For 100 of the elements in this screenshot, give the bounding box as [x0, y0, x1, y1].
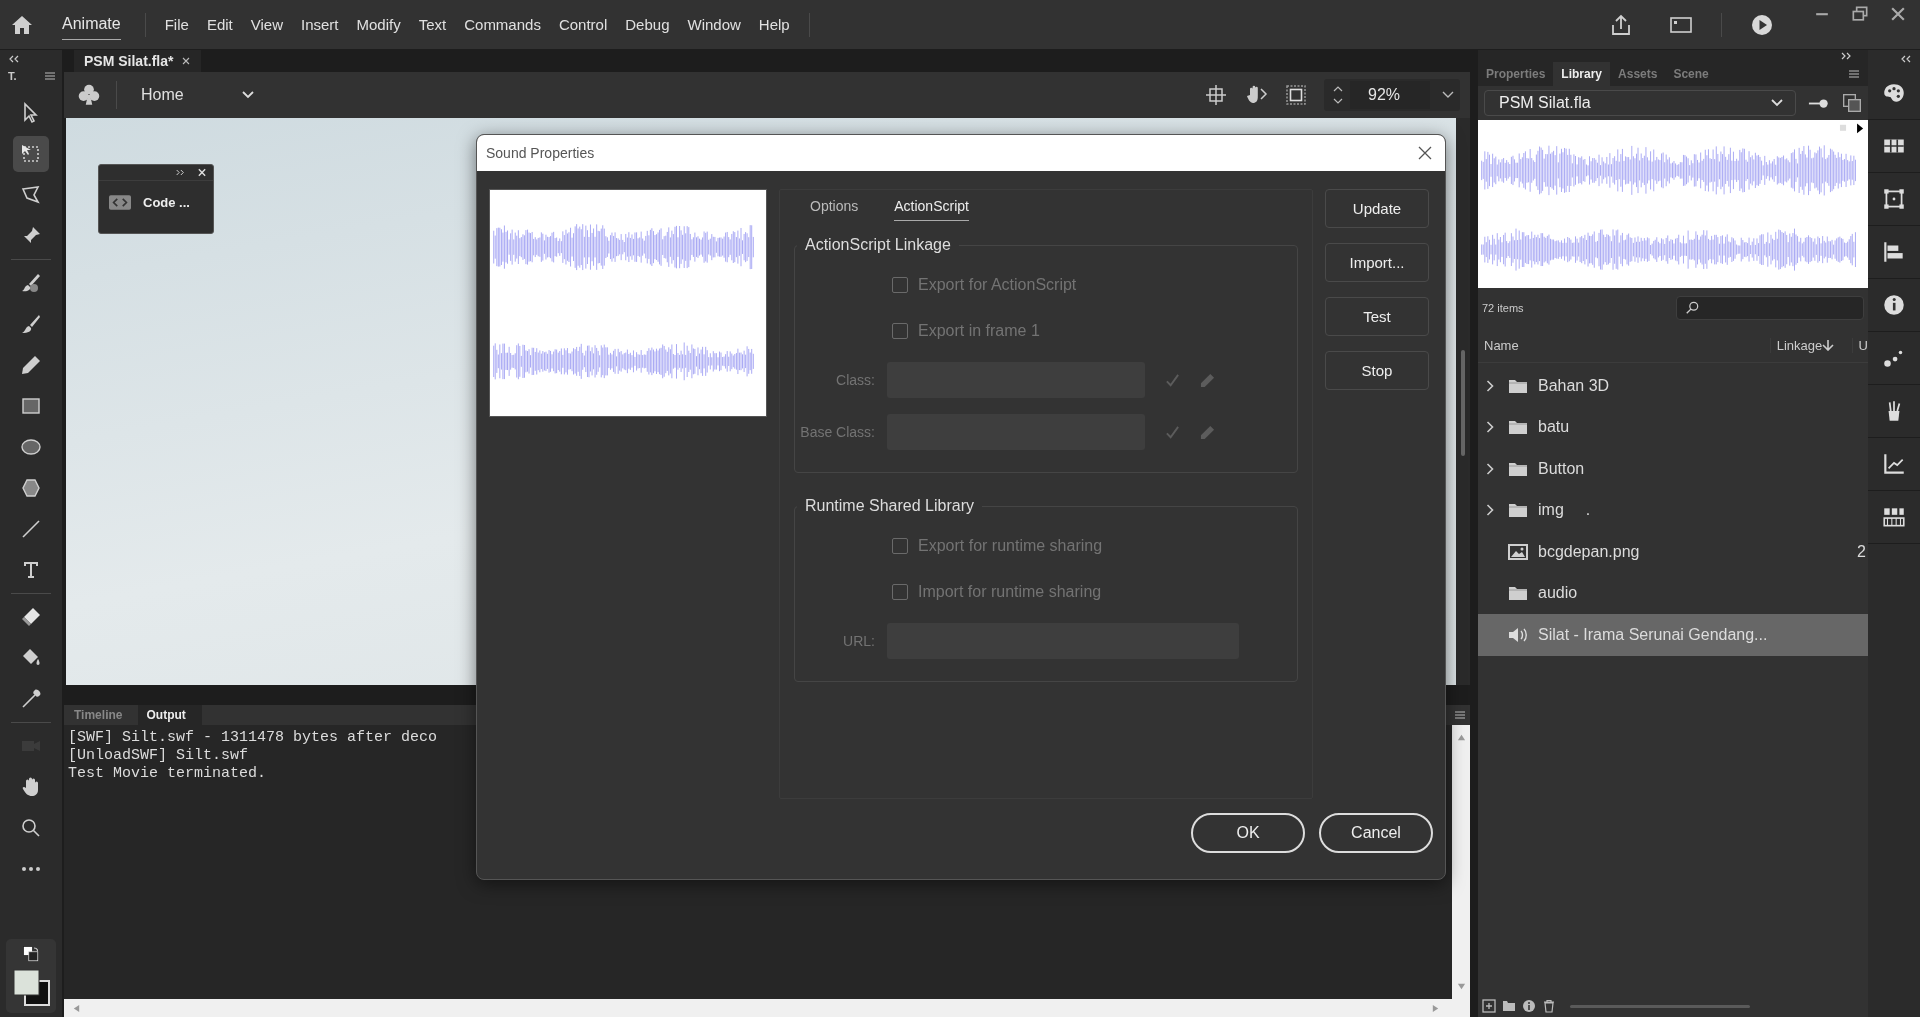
- column-header[interactable]: Name: [1478, 337, 1770, 353]
- code-icon[interactable]: [109, 195, 131, 210]
- trash-icon[interactable]: [1542, 999, 1556, 1013]
- checkbox-label: Export in frame 1: [918, 322, 1040, 340]
- new-library-icon[interactable]: [1842, 93, 1862, 113]
- library-item[interactable]: Silat - Irama Serunai Gendang...: [1478, 614, 1868, 656]
- menu-item[interactable]: Control: [549, 16, 617, 33]
- swap-colors-icon[interactable]: [22, 945, 40, 963]
- chart-icon[interactable]: [1881, 451, 1907, 477]
- collapse-icon[interactable]: [8, 55, 20, 63]
- folder-icon: [1508, 419, 1528, 436]
- output-line: [SWF] Silt.swf - 1311478 bytes after deco: [68, 729, 439, 747]
- close-icon[interactable]: [1417, 145, 1433, 161]
- scroll-up-icon[interactable]: [1456, 733, 1466, 742]
- checkbox-label: Import for runtime sharing: [918, 583, 1102, 601]
- dialog-button[interactable]: OK: [1191, 813, 1305, 853]
- dialog-button[interactable]: Cancel: [1319, 813, 1433, 853]
- expand-chevron-icon[interactable]: [1486, 504, 1494, 517]
- library-item[interactable]: Button: [1478, 448, 1868, 490]
- menu-item[interactable]: Window: [678, 16, 750, 33]
- folder-icon: [1508, 460, 1528, 477]
- zoom-field[interactable]: 92%: [1350, 81, 1430, 109]
- panel-tab[interactable]: Library: [1553, 62, 1611, 86]
- free-transform-icon[interactable]: [13, 136, 49, 172]
- panel-tab[interactable]: Timeline: [66, 705, 139, 725]
- item-count: 72 items: [1482, 302, 1524, 314]
- scene-icon[interactable]: [76, 82, 102, 108]
- item-name: audio: [1538, 584, 1578, 603]
- new-symbol-icon[interactable]: [1482, 999, 1496, 1013]
- expand-icon[interactable]: [1840, 52, 1852, 60]
- checkbox-label: Export for ActionScript: [918, 276, 1077, 294]
- expand-chevron-icon[interactable]: [1486, 462, 1494, 475]
- pin-icon[interactable]: [1808, 97, 1830, 109]
- dialog-tab[interactable]: ActionScript: [894, 198, 969, 221]
- library-item[interactable]: batu: [1478, 406, 1868, 448]
- panel-tab[interactable]: Properties: [1478, 62, 1554, 86]
- dialog-title: Sound Properties: [486, 145, 595, 161]
- library-item[interactable]: Bahan 3D: [1478, 365, 1868, 407]
- menu-item[interactable]: View: [241, 16, 292, 33]
- info-icon[interactable]: [1881, 292, 1907, 318]
- folder-icon: [1508, 585, 1528, 602]
- app-name: Animate: [62, 9, 121, 40]
- expand-chevron-icon[interactable]: [1486, 379, 1494, 392]
- speaker-icon: [1508, 626, 1528, 643]
- output-line: Test Movie terminated.: [68, 765, 268, 783]
- panel-tab[interactable]: Output: [138, 705, 202, 725]
- sort-arrow-icon: [1822, 339, 1835, 351]
- side-button[interactable]: Test: [1325, 297, 1429, 336]
- group-title: ActionScript Linkage: [804, 236, 952, 254]
- item-mark: .: [1585, 501, 1591, 520]
- library-item[interactable]: img .: [1478, 489, 1868, 531]
- menu-item[interactable]: Insert: [292, 16, 348, 33]
- chevron-icon: [1771, 99, 1783, 107]
- scene-dropdown[interactable]: Home: [139, 82, 256, 108]
- panel-title: T.: [8, 70, 17, 82]
- info-icon[interactable]: [1522, 999, 1536, 1013]
- menu-icon[interactable]: [1848, 69, 1860, 79]
- snap-icon[interactable]: [1204, 83, 1228, 107]
- menu-icon[interactable]: [1454, 710, 1466, 720]
- transform-icon[interactable]: [1881, 186, 1907, 212]
- item-name: img: [1538, 501, 1564, 520]
- library-dropdown[interactable]: PSM Silat.fla: [1484, 90, 1796, 116]
- restore-icon[interactable]: [1850, 4, 1870, 24]
- field-label: Class:: [835, 372, 875, 388]
- panel-tab[interactable]: Scene: [1665, 62, 1717, 86]
- side-button[interactable]: Stop: [1325, 351, 1429, 390]
- side-button[interactable]: Update: [1325, 189, 1429, 228]
- column-header[interactable]: Linkage: [1769, 337, 1852, 353]
- library-item[interactable]: bcgdepan.png 2: [1478, 531, 1868, 573]
- side-button[interactable]: Import...: [1325, 243, 1429, 282]
- play-icon[interactable]: [1750, 12, 1774, 37]
- expand-icon[interactable]: [175, 168, 185, 177]
- menu-item[interactable]: Help: [749, 16, 799, 33]
- clip-stage-icon[interactable]: [1284, 83, 1308, 107]
- color-swatches-icon[interactable]: [11, 967, 51, 1007]
- collapse-icon[interactable]: [1900, 55, 1912, 63]
- menu-item[interactable]: Modify: [347, 16, 410, 33]
- close-icon[interactable]: [181, 56, 192, 66]
- scrollbar-thumb[interactable]: [1461, 350, 1465, 456]
- menu-item[interactable]: File: [155, 16, 198, 33]
- field-label: URL:: [842, 633, 875, 649]
- dialog-tab[interactable]: Options: [810, 198, 859, 220]
- folder-icon[interactable]: [1502, 999, 1516, 1013]
- menu-icon[interactable]: [44, 71, 56, 81]
- field-label: Base Class:: [799, 424, 875, 440]
- library-item[interactable]: audio: [1478, 572, 1868, 614]
- menu-item[interactable]: Text: [409, 16, 456, 33]
- menu-item[interactable]: Commands: [455, 16, 550, 33]
- chevron-icon: [241, 91, 254, 99]
- chevron-icon[interactable]: [1442, 91, 1454, 99]
- panel-tab[interactable]: Assets: [1610, 62, 1666, 86]
- menu-item[interactable]: Edit: [197, 16, 242, 33]
- panel-label[interactable]: Code ...: [143, 195, 190, 210]
- search-icon: [1685, 301, 1699, 315]
- search-field[interactable]: [1676, 296, 1864, 320]
- menu-item[interactable]: Debug: [616, 16, 679, 33]
- share-icon[interactable]: [1609, 12, 1633, 37]
- item-name: Silat - Irama Serunai Gendang...: [1538, 625, 1768, 644]
- document-tab[interactable]: PSM Silat.fla*: [74, 50, 202, 72]
- expand-chevron-icon[interactable]: [1486, 421, 1494, 434]
